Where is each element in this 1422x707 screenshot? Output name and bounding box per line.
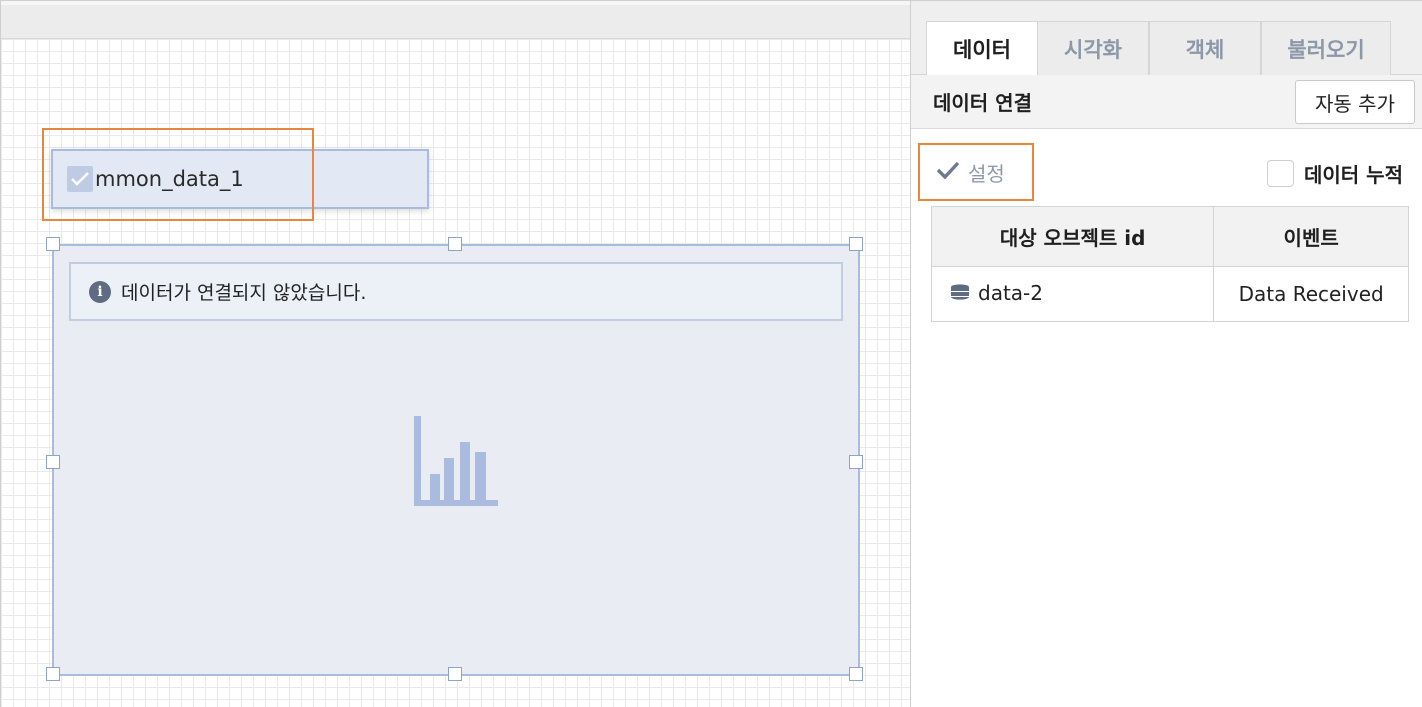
checkbox-widget[interactable]: mmon_data_1 [51, 149, 429, 209]
accumulate-checkbox[interactable] [1267, 160, 1294, 187]
chart-widget[interactable]: i 데이터가 연결되지 않았습니다. [52, 244, 860, 676]
resize-handle-top[interactable] [448, 237, 462, 251]
resize-handle-top-left[interactable] [46, 237, 60, 251]
resize-handle-top-right[interactable] [849, 237, 863, 251]
resize-handle-bottom-right[interactable] [849, 667, 863, 681]
tab-data[interactable]: 데이터 [926, 21, 1038, 76]
accumulate-label: 데이터 누적 [1304, 163, 1403, 187]
data-accumulate-toggle[interactable]: 데이터 누적 [1267, 159, 1403, 188]
table-row[interactable]: data-2 Data Received [930, 266, 1409, 322]
resize-handle-bottom[interactable] [448, 667, 462, 681]
database-icon [950, 283, 970, 307]
panel-tabs: 데이터 시각화 객체 불러오기 [911, 1, 1422, 76]
auto-add-button[interactable]: 자동 추가 [1295, 80, 1415, 124]
setting-label: 설정 [968, 161, 1005, 186]
resize-handle-left[interactable] [46, 455, 60, 469]
object-id-text: data-2 [978, 281, 1043, 306]
setting-button[interactable]: 설정 [918, 143, 1034, 201]
resize-handle-bottom-left[interactable] [46, 667, 60, 681]
header-object-id: 대상 오브젝트 id [930, 206, 1215, 267]
info-icon: i [89, 280, 111, 303]
tab-visualization[interactable]: 시각화 [1037, 21, 1149, 75]
app-window: mmon_data_1 i 데이터가 연결되지 않았습니다. 데이터 시각화 객… [0, 0, 1422, 707]
resize-handle-right[interactable] [849, 455, 863, 469]
tab-import[interactable]: 불러오기 [1261, 21, 1391, 75]
table-header-row: 대상 오브젝트 id 이벤트 [930, 206, 1409, 267]
data-connection-title: 데이터 연결 [933, 91, 1032, 115]
no-data-notice: i 데이터가 연결되지 않았습니다. [69, 262, 843, 321]
checkbox-checked-icon[interactable] [67, 166, 93, 192]
header-event: 이벤트 [1213, 206, 1409, 267]
cell-event[interactable]: Data Received [1213, 266, 1409, 322]
bar-chart-icon [414, 416, 500, 512]
no-data-message: 데이터가 연결되지 않았습니다. [121, 282, 367, 304]
connection-table: 대상 오브젝트 id 이벤트 data-2 Data Received [930, 206, 1409, 322]
canvas-top-bar [1, 1, 910, 39]
cell-object-id[interactable]: data-2 [930, 266, 1215, 322]
checkmark-icon [936, 160, 960, 185]
data-connection-header: 데이터 연결 자동 추가 [911, 75, 1422, 129]
properties-panel: 데이터 시각화 객체 불러오기 데이터 연결 자동 추가 설정 데이터 누적 대… [910, 1, 1422, 707]
checkbox-label: mmon_data_1 [95, 167, 244, 191]
tab-objects[interactable]: 객체 [1149, 21, 1261, 75]
